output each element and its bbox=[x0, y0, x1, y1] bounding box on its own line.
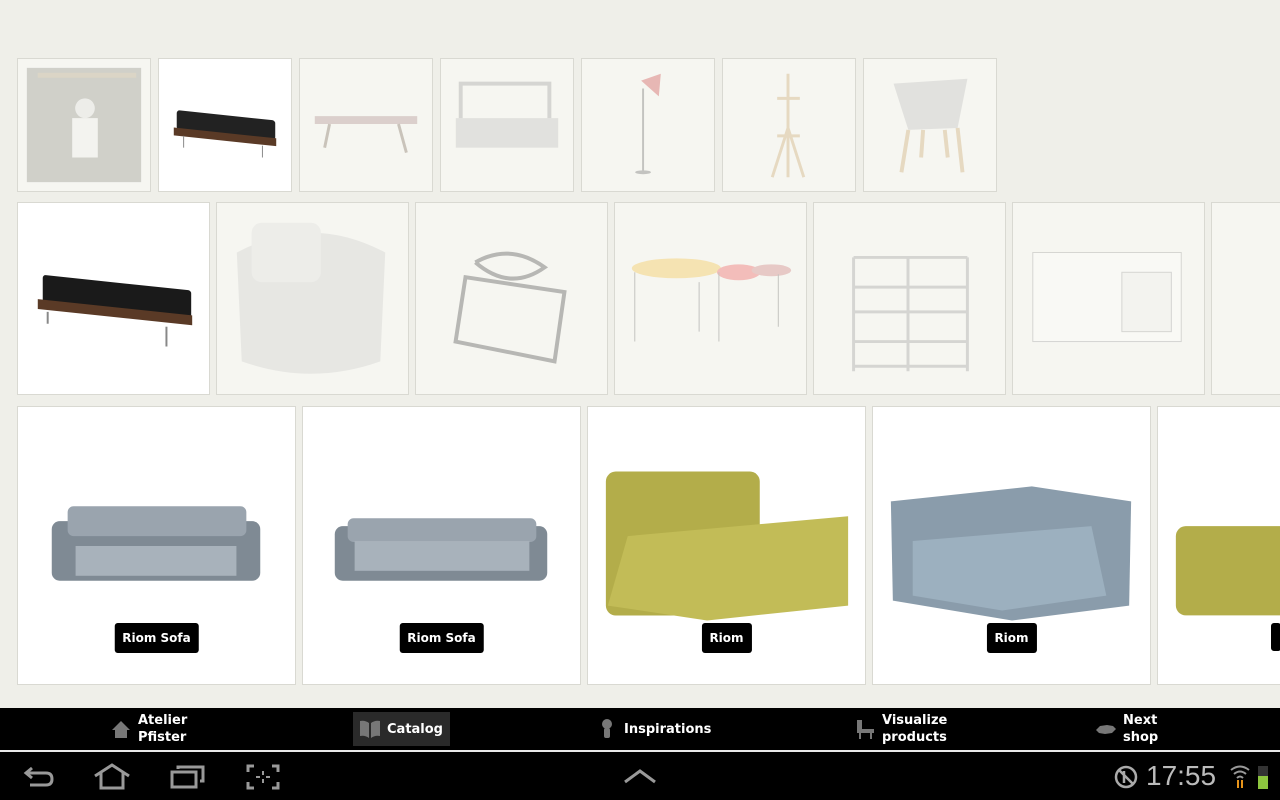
product-label: Riom Sofa bbox=[399, 623, 484, 653]
thumb-sideboard[interactable] bbox=[1012, 202, 1205, 395]
nav-catalog[interactable]: Catalog bbox=[353, 712, 450, 746]
recent-apps-icon[interactable] bbox=[170, 764, 206, 790]
thumb-photo[interactable] bbox=[17, 58, 151, 192]
product-card[interactable]: Riom Sofa bbox=[302, 406, 581, 685]
thumb-side-tables[interactable] bbox=[614, 202, 807, 395]
home-icon[interactable] bbox=[92, 762, 132, 790]
thumb-armchair[interactable] bbox=[216, 202, 409, 395]
no-sim-icon bbox=[1114, 765, 1138, 789]
bottom-nav-bar: Atelier Pfister Catalog Inspirations Visu… bbox=[0, 708, 1280, 750]
nav-next-shop[interactable]: Next shop bbox=[1089, 712, 1164, 746]
product-label: Riom Sofa bbox=[114, 623, 199, 653]
nav-visualize-products[interactable]: Visualize products bbox=[848, 712, 953, 746]
product-row: Riom Sofa Riom Sofa Riom Riom bbox=[17, 406, 1280, 685]
thumb-daybed[interactable] bbox=[440, 58, 574, 192]
product-card[interactable]: Riom bbox=[587, 406, 866, 685]
thumb-bench-sofa-large[interactable] bbox=[17, 202, 210, 395]
product-card[interactable]: Riom Sofa bbox=[17, 406, 296, 685]
system-bar: 17:55 bbox=[0, 752, 1280, 800]
thumb-floor-lamp[interactable] bbox=[581, 58, 715, 192]
nav-atelier-pfister[interactable]: Atelier Pfister bbox=[104, 712, 193, 746]
nav-inspirations[interactable]: Inspirations bbox=[590, 712, 717, 746]
book-icon bbox=[360, 720, 380, 738]
thumb-chair[interactable] bbox=[863, 58, 997, 192]
bulb-icon bbox=[602, 719, 612, 738]
chair-icon bbox=[857, 720, 874, 739]
thumbnail-row-medium bbox=[17, 202, 1280, 395]
clock: 17:55 bbox=[1146, 760, 1217, 791]
home-icon bbox=[112, 721, 130, 738]
product-card[interactable] bbox=[1157, 406, 1280, 685]
switzerland-map-icon bbox=[1096, 725, 1116, 734]
product-label bbox=[1271, 623, 1280, 651]
product-label: Riom bbox=[701, 623, 752, 653]
thumbnail-row-small bbox=[17, 58, 997, 192]
product-card[interactable]: Riom bbox=[872, 406, 1151, 685]
screenshot-icon[interactable] bbox=[246, 764, 280, 790]
thumb-wire-stool[interactable] bbox=[415, 202, 608, 395]
thumb-bench-sofa[interactable] bbox=[158, 58, 292, 192]
thumb-table[interactable] bbox=[299, 58, 433, 192]
battery-icon bbox=[1258, 766, 1268, 789]
product-label: Riom bbox=[986, 623, 1037, 653]
thumb-coat-stand[interactable] bbox=[722, 58, 856, 192]
chevron-up-icon[interactable] bbox=[623, 768, 657, 784]
thumb-shelf[interactable] bbox=[813, 202, 1006, 395]
back-icon[interactable] bbox=[22, 764, 56, 788]
wifi-icon bbox=[1230, 765, 1250, 788]
thumb-partial[interactable] bbox=[1211, 202, 1280, 395]
